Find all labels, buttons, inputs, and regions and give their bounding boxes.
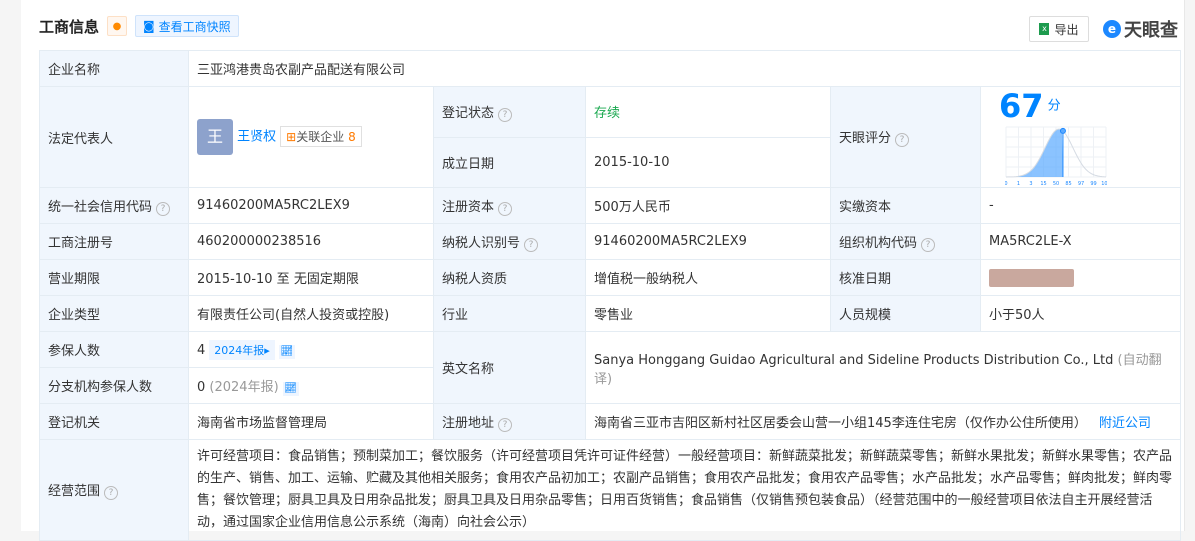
label: 天眼评分?	[830, 86, 981, 188]
business-scope: 许可经营项目：食品销售；预制菜加工；餐饮服务（许可经营项目凭许可证件经营）一般经…	[187, 439, 1182, 541]
label: 营业期限	[39, 259, 189, 296]
locked-value[interactable]	[989, 268, 1074, 287]
paid-capital: -	[979, 187, 1182, 224]
label: 行业	[433, 295, 586, 332]
trend-chart-icon[interactable]: 📈︎	[282, 381, 299, 396]
tick-label: 50	[1053, 181, 1059, 187]
tax-qualification: 增值税一般纳税人	[585, 259, 831, 296]
logo-icon: e	[1103, 20, 1121, 38]
reg-status: 存续	[585, 86, 831, 138]
score-distribution-chart: 0 1 3 15 50 85 97 99 100	[1004, 126, 1111, 187]
reg-capital: 500万人民币	[585, 187, 831, 224]
business-info-card: 工商信息 ● ◙ 查看工商快照 x 导出 e 天眼查 企业名称 三亚鸿港贵岛农副产品配送…	[21, 0, 1185, 541]
business-term: 2015-10-10 至 无固定期限	[188, 259, 434, 296]
trend-chart-icon[interactable]: 📈︎	[278, 344, 295, 359]
help-icon[interactable]: ?	[498, 201, 513, 216]
camera-icon: ◙	[143, 19, 155, 33]
score-value: 67	[999, 87, 1044, 125]
score-point	[1059, 127, 1066, 134]
approve-date[interactable]	[979, 259, 1182, 296]
label: 工商注册号	[39, 223, 189, 260]
tick-label: 97	[1078, 181, 1084, 187]
help-icon[interactable]: ?	[921, 237, 936, 252]
label: 登记机关	[39, 403, 189, 440]
help-icon[interactable]: ?	[104, 486, 119, 500]
branch-insured-count: 0 (2024年报) 📈︎	[188, 367, 434, 404]
score-area	[1006, 129, 1063, 177]
label: 核准日期	[830, 259, 981, 296]
help-icon[interactable]: ?	[498, 417, 513, 432]
label: 注册地址?	[433, 403, 586, 440]
label: 分支机构参保人数	[39, 367, 189, 404]
annual-report-link[interactable]: 2024年报▸	[209, 339, 275, 360]
score-cell: 67 分 0131550859799100	[979, 86, 1182, 188]
help-icon[interactable]: ?	[498, 107, 513, 122]
org-icon: ⊞	[286, 129, 297, 144]
nearby-companies-link[interactable]: 附近公司	[1099, 416, 1151, 431]
export-button[interactable]: x 导出	[1029, 16, 1089, 42]
label: 人员规模	[830, 295, 981, 332]
label: 纳税人资质	[433, 259, 586, 296]
tick-label: 15	[1040, 181, 1046, 187]
tick-label: 0	[1005, 181, 1008, 187]
avatar: 王	[197, 119, 233, 155]
label: 实缴资本	[830, 187, 981, 224]
tick-label: 85	[1065, 181, 1071, 187]
label: 英文名称	[433, 331, 586, 404]
help-icon[interactable]: ?	[524, 237, 539, 252]
view-snapshot-button[interactable]: ◙ 查看工商快照	[135, 15, 239, 37]
section-title: 工商信息	[39, 17, 100, 36]
tick-label: 3	[1029, 181, 1032, 187]
help-icon[interactable]: ?	[895, 133, 910, 147]
label: 纳税人识别号?	[433, 223, 586, 260]
label: 法定代表人	[39, 86, 189, 188]
founded-date: 2015-10-10	[585, 136, 831, 188]
related-companies-button[interactable]: ⊞关联企业 8	[280, 125, 362, 147]
label: 参保人数	[39, 331, 189, 368]
org-code: MA5RC2LE-X	[979, 223, 1182, 260]
reg-authority: 海南省市场监督管理局	[188, 403, 434, 440]
legal-rep-link[interactable]: 王贤权	[237, 130, 276, 145]
label: 登记状态?	[433, 86, 586, 138]
label: 组织机构代码?	[830, 223, 981, 260]
company-type: 有限责任公司(自然人投资或控股)	[188, 295, 434, 332]
info-table: 企业名称 三亚鸿港贵岛农副产品配送有限公司 法定代表人 王 王贤权 ⊞关联企业 8 …	[39, 50, 1182, 541]
tick-label: 99	[1090, 181, 1096, 187]
label: 成立日期	[433, 136, 586, 188]
address: 海南省三亚市吉阳区新村社区居委会山营一小组145李连住宅房（仅作办公住所使用） …	[584, 403, 1182, 440]
tianyancha-logo: e 天眼查	[1103, 16, 1178, 42]
tick-label: 100	[1101, 181, 1107, 187]
label: 企业名称	[39, 50, 189, 87]
label: 注册资本?	[433, 187, 586, 224]
reg-no: 460200000238516	[188, 223, 434, 260]
bell-icon[interactable]: ●	[107, 16, 128, 36]
label: 统一社会信用代码?	[39, 187, 189, 224]
credit-code: 91460200MA5RC2LEX9	[188, 187, 434, 224]
help-icon[interactable]: ?	[156, 201, 171, 216]
industry: 零售业	[585, 295, 831, 332]
company-name: 三亚鸿港贵岛农副产品配送有限公司	[187, 50, 1182, 87]
excel-icon: x	[1039, 23, 1050, 35]
staff-size: 小于50人	[979, 295, 1182, 332]
legal-rep-cell: 王 王贤权 ⊞关联企业 8	[188, 86, 434, 188]
insured-count: 4 2024年报▸ 📈︎	[188, 331, 434, 368]
label: 企业类型	[39, 295, 189, 332]
english-name: Sanya Honggang Guidao Agricultural and S…	[584, 331, 1182, 404]
label: 经营范围?	[39, 439, 189, 541]
taxpayer-id: 91460200MA5RC2LEX9	[585, 223, 831, 260]
tick-label: 1	[1017, 181, 1020, 187]
